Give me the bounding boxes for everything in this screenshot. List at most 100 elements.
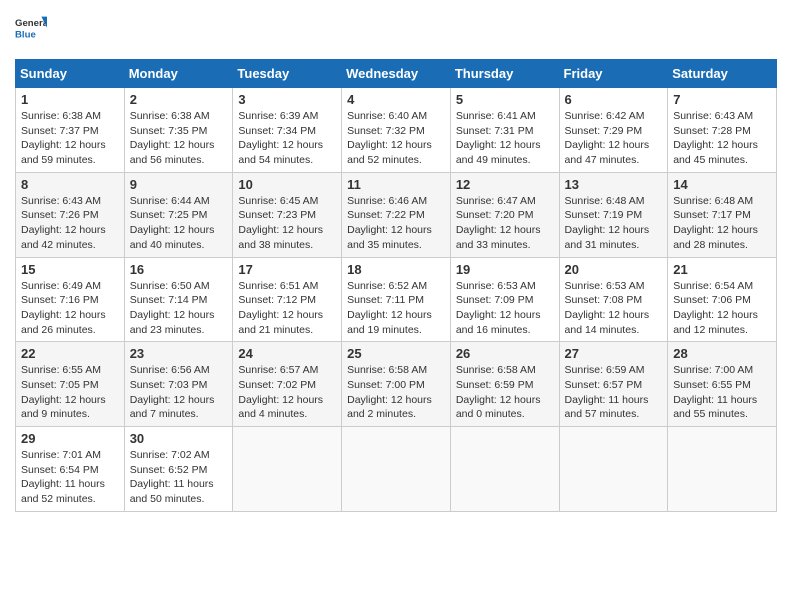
day-info: Sunrise: 6:38 AM Sunset: 7:37 PM Dayligh… bbox=[21, 109, 119, 168]
day-info: Sunrise: 6:47 AM Sunset: 7:20 PM Dayligh… bbox=[456, 194, 554, 253]
day-number: 30 bbox=[130, 431, 228, 446]
svg-text:General: General bbox=[15, 18, 47, 29]
calendar-cell: 24 Sunrise: 6:57 AM Sunset: 7:02 PM Dayli… bbox=[233, 342, 342, 427]
day-number: 10 bbox=[238, 177, 336, 192]
calendar-week-row: 15Sunrise: 6:49 AM Sunset: 7:16 PM Dayli… bbox=[16, 257, 777, 342]
day-number: 18 bbox=[347, 262, 445, 277]
calendar-cell: 18 Sunrise: 6:52 AM Sunset: 7:11 PM Dayli… bbox=[342, 257, 451, 342]
weekday-header: Wednesday bbox=[342, 60, 451, 88]
day-number: 20 bbox=[565, 262, 663, 277]
day-number: 17 bbox=[238, 262, 336, 277]
day-info: Sunrise: 6:48 AM Sunset: 7:17 PM Dayligh… bbox=[673, 194, 771, 253]
calendar-cell: 2 Sunrise: 6:38 AM Sunset: 7:35 PM Daylig… bbox=[124, 88, 233, 173]
calendar-cell: 19 Sunrise: 6:53 AM Sunset: 7:09 PM Dayli… bbox=[450, 257, 559, 342]
calendar-cell: 7Sunrise: 6:43 AM Sunset: 7:28 PM Daylig… bbox=[668, 88, 777, 173]
calendar-cell: 1 Sunrise: 6:38 AM Sunset: 7:37 PM Daylig… bbox=[16, 88, 125, 173]
calendar-week-row: 22 Sunrise: 6:55 AM Sunset: 7:05 PM Dayli… bbox=[16, 342, 777, 427]
day-number: 6 bbox=[565, 92, 663, 107]
calendar-cell: 15Sunrise: 6:49 AM Sunset: 7:16 PM Dayli… bbox=[16, 257, 125, 342]
calendar-cell: 6 Sunrise: 6:42 AM Sunset: 7:29 PM Daylig… bbox=[559, 88, 668, 173]
calendar-cell: 14 Sunrise: 6:48 AM Sunset: 7:17 PM Dayli… bbox=[668, 172, 777, 257]
day-info: Sunrise: 7:01 AM Sunset: 6:54 PM Dayligh… bbox=[21, 448, 119, 507]
day-info: Sunrise: 6:45 AM Sunset: 7:23 PM Dayligh… bbox=[238, 194, 336, 253]
logo: General Blue bbox=[15, 15, 47, 47]
calendar-cell: 10 Sunrise: 6:45 AM Sunset: 7:23 PM Dayli… bbox=[233, 172, 342, 257]
day-number: 14 bbox=[673, 177, 771, 192]
calendar-cell: 27Sunrise: 6:59 AM Sunset: 6:57 PM Dayli… bbox=[559, 342, 668, 427]
day-info: Sunrise: 6:53 AM Sunset: 7:08 PM Dayligh… bbox=[565, 279, 663, 338]
weekday-header: Thursday bbox=[450, 60, 559, 88]
day-number: 5 bbox=[456, 92, 554, 107]
calendar-week-row: 29 Sunrise: 7:01 AM Sunset: 6:54 PM Dayli… bbox=[16, 427, 777, 512]
calendar-cell: 22 Sunrise: 6:55 AM Sunset: 7:05 PM Dayli… bbox=[16, 342, 125, 427]
header: General Blue bbox=[15, 15, 777, 47]
calendar-cell: 17Sunrise: 6:51 AM Sunset: 7:12 PM Dayli… bbox=[233, 257, 342, 342]
day-info: Sunrise: 6:38 AM Sunset: 7:35 PM Dayligh… bbox=[130, 109, 228, 168]
day-info: Sunrise: 6:58 AM Sunset: 7:00 PM Dayligh… bbox=[347, 363, 445, 422]
day-info: Sunrise: 6:50 AM Sunset: 7:14 PM Dayligh… bbox=[130, 279, 228, 338]
day-info: Sunrise: 6:58 AM Sunset: 6:59 PM Dayligh… bbox=[456, 363, 554, 422]
weekday-header: Sunday bbox=[16, 60, 125, 88]
day-number: 22 bbox=[21, 346, 119, 361]
day-info: Sunrise: 6:52 AM Sunset: 7:11 PM Dayligh… bbox=[347, 279, 445, 338]
day-info: Sunrise: 6:39 AM Sunset: 7:34 PM Dayligh… bbox=[238, 109, 336, 168]
calendar-cell: 12Sunrise: 6:47 AM Sunset: 7:20 PM Dayli… bbox=[450, 172, 559, 257]
svg-text:Blue: Blue bbox=[15, 29, 36, 40]
day-info: Sunrise: 6:48 AM Sunset: 7:19 PM Dayligh… bbox=[565, 194, 663, 253]
calendar-cell: 28Sunrise: 7:00 AM Sunset: 6:55 PM Dayli… bbox=[668, 342, 777, 427]
day-number: 21 bbox=[673, 262, 771, 277]
calendar-cell bbox=[668, 427, 777, 512]
calendar-cell bbox=[559, 427, 668, 512]
day-info: Sunrise: 6:53 AM Sunset: 7:09 PM Dayligh… bbox=[456, 279, 554, 338]
day-number: 25 bbox=[347, 346, 445, 361]
day-number: 9 bbox=[130, 177, 228, 192]
day-info: Sunrise: 6:56 AM Sunset: 7:03 PM Dayligh… bbox=[130, 363, 228, 422]
day-info: Sunrise: 7:00 AM Sunset: 6:55 PM Dayligh… bbox=[673, 363, 771, 422]
calendar-week-row: 8Sunrise: 6:43 AM Sunset: 7:26 PM Daylig… bbox=[16, 172, 777, 257]
day-info: Sunrise: 6:40 AM Sunset: 7:32 PM Dayligh… bbox=[347, 109, 445, 168]
calendar-cell: 9 Sunrise: 6:44 AM Sunset: 7:25 PM Daylig… bbox=[124, 172, 233, 257]
day-info: Sunrise: 6:59 AM Sunset: 6:57 PM Dayligh… bbox=[565, 363, 663, 422]
calendar-cell: 26Sunrise: 6:58 AM Sunset: 6:59 PM Dayli… bbox=[450, 342, 559, 427]
calendar-cell: 8Sunrise: 6:43 AM Sunset: 7:26 PM Daylig… bbox=[16, 172, 125, 257]
calendar-cell: 23 Sunrise: 6:56 AM Sunset: 7:03 PM Dayli… bbox=[124, 342, 233, 427]
calendar-cell: 3 Sunrise: 6:39 AM Sunset: 7:34 PM Daylig… bbox=[233, 88, 342, 173]
calendar-cell: 21 Sunrise: 6:54 AM Sunset: 7:06 PM Dayli… bbox=[668, 257, 777, 342]
calendar-cell bbox=[342, 427, 451, 512]
weekday-header: Saturday bbox=[668, 60, 777, 88]
day-info: Sunrise: 6:55 AM Sunset: 7:05 PM Dayligh… bbox=[21, 363, 119, 422]
day-number: 24 bbox=[238, 346, 336, 361]
day-info: Sunrise: 6:57 AM Sunset: 7:02 PM Dayligh… bbox=[238, 363, 336, 422]
day-number: 11 bbox=[347, 177, 445, 192]
calendar-cell: 16Sunrise: 6:50 AM Sunset: 7:14 PM Dayli… bbox=[124, 257, 233, 342]
calendar-cell: 13Sunrise: 6:48 AM Sunset: 7:19 PM Dayli… bbox=[559, 172, 668, 257]
day-info: Sunrise: 6:41 AM Sunset: 7:31 PM Dayligh… bbox=[456, 109, 554, 168]
calendar-cell: 20 Sunrise: 6:53 AM Sunset: 7:08 PM Dayli… bbox=[559, 257, 668, 342]
day-number: 29 bbox=[21, 431, 119, 446]
day-info: Sunrise: 7:02 AM Sunset: 6:52 PM Dayligh… bbox=[130, 448, 228, 507]
day-number: 15 bbox=[21, 262, 119, 277]
calendar-cell: 4 Sunrise: 6:40 AM Sunset: 7:32 PM Daylig… bbox=[342, 88, 451, 173]
day-info: Sunrise: 6:46 AM Sunset: 7:22 PM Dayligh… bbox=[347, 194, 445, 253]
day-info: Sunrise: 6:44 AM Sunset: 7:25 PM Dayligh… bbox=[130, 194, 228, 253]
day-number: 23 bbox=[130, 346, 228, 361]
calendar-cell: 5 Sunrise: 6:41 AM Sunset: 7:31 PM Daylig… bbox=[450, 88, 559, 173]
day-number: 2 bbox=[130, 92, 228, 107]
calendar-cell: 30 Sunrise: 7:02 AM Sunset: 6:52 PM Dayli… bbox=[124, 427, 233, 512]
weekday-header: Friday bbox=[559, 60, 668, 88]
logo-icon: General Blue bbox=[15, 15, 47, 47]
day-info: Sunrise: 6:42 AM Sunset: 7:29 PM Dayligh… bbox=[565, 109, 663, 168]
day-info: Sunrise: 6:54 AM Sunset: 7:06 PM Dayligh… bbox=[673, 279, 771, 338]
calendar-cell bbox=[450, 427, 559, 512]
calendar-cell bbox=[233, 427, 342, 512]
day-number: 4 bbox=[347, 92, 445, 107]
calendar-cell: 11 Sunrise: 6:46 AM Sunset: 7:22 PM Dayli… bbox=[342, 172, 451, 257]
weekday-header: Monday bbox=[124, 60, 233, 88]
day-info: Sunrise: 6:43 AM Sunset: 7:28 PM Dayligh… bbox=[673, 109, 771, 168]
day-number: 19 bbox=[456, 262, 554, 277]
day-number: 3 bbox=[238, 92, 336, 107]
day-number: 8 bbox=[21, 177, 119, 192]
calendar-week-row: 1 Sunrise: 6:38 AM Sunset: 7:37 PM Daylig… bbox=[16, 88, 777, 173]
calendar-table: SundayMondayTuesdayWednesdayThursdayFrid… bbox=[15, 59, 777, 512]
day-number: 1 bbox=[21, 92, 119, 107]
